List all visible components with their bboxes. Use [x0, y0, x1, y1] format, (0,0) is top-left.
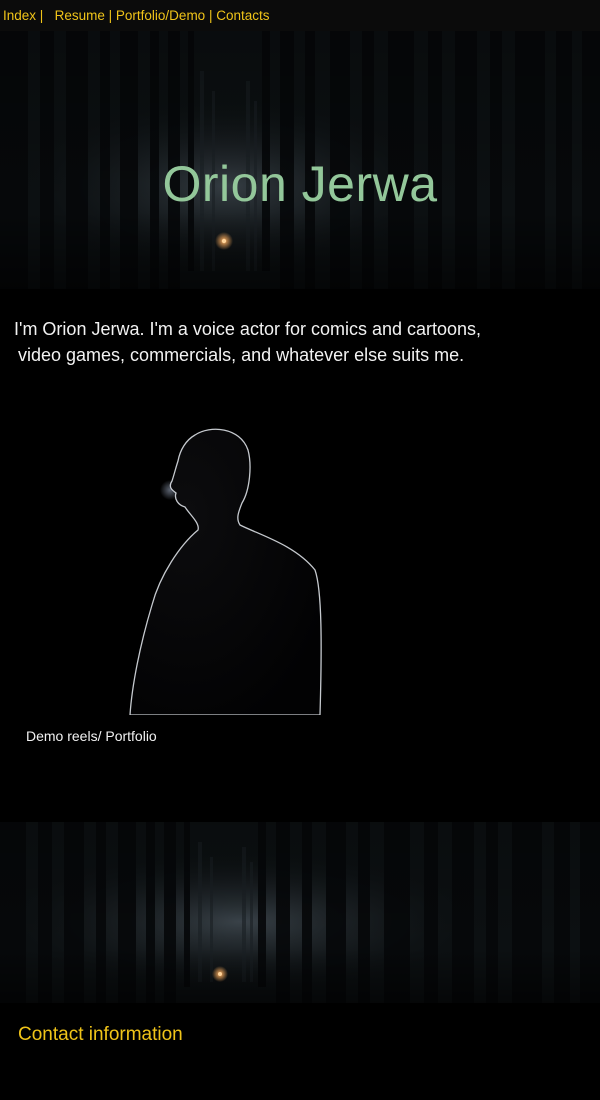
nav-link-index[interactable]: Index — [3, 8, 36, 23]
page: Index | Resume | Portfolio/Demo | Contac… — [0, 0, 600, 1100]
nav-separator: | — [39, 8, 44, 23]
forest-image — [0, 822, 600, 1003]
footer-banner-image — [0, 822, 600, 1003]
nav-link-resume[interactable]: Resume — [55, 8, 105, 23]
demo-reels-link[interactable]: Demo reels/ Portfolio — [26, 728, 157, 744]
contact-information-heading: Contact information — [18, 1024, 183, 1045]
intro-line: I'm Orion Jerwa. I'm a voice actor for c… — [14, 319, 482, 339]
portrait-image — [60, 395, 480, 716]
nav-separator: | — [208, 8, 213, 23]
nav-link-contacts[interactable]: Contacts — [216, 8, 269, 23]
hero-title: Orion Jerwa — [162, 156, 438, 212]
intro-text: I'm Orion Jerwa. I'm a voice actor for c… — [14, 316, 574, 368]
nav-separator: | — [108, 8, 113, 23]
top-nav: Index | Resume | Portfolio/Demo | Contac… — [0, 0, 600, 31]
intro-line: video games, commercials, and whatever e… — [18, 345, 465, 365]
silhouette-image — [129, 428, 322, 716]
nav-link-portfolio-demo[interactable]: Portfolio/Demo — [116, 8, 205, 23]
